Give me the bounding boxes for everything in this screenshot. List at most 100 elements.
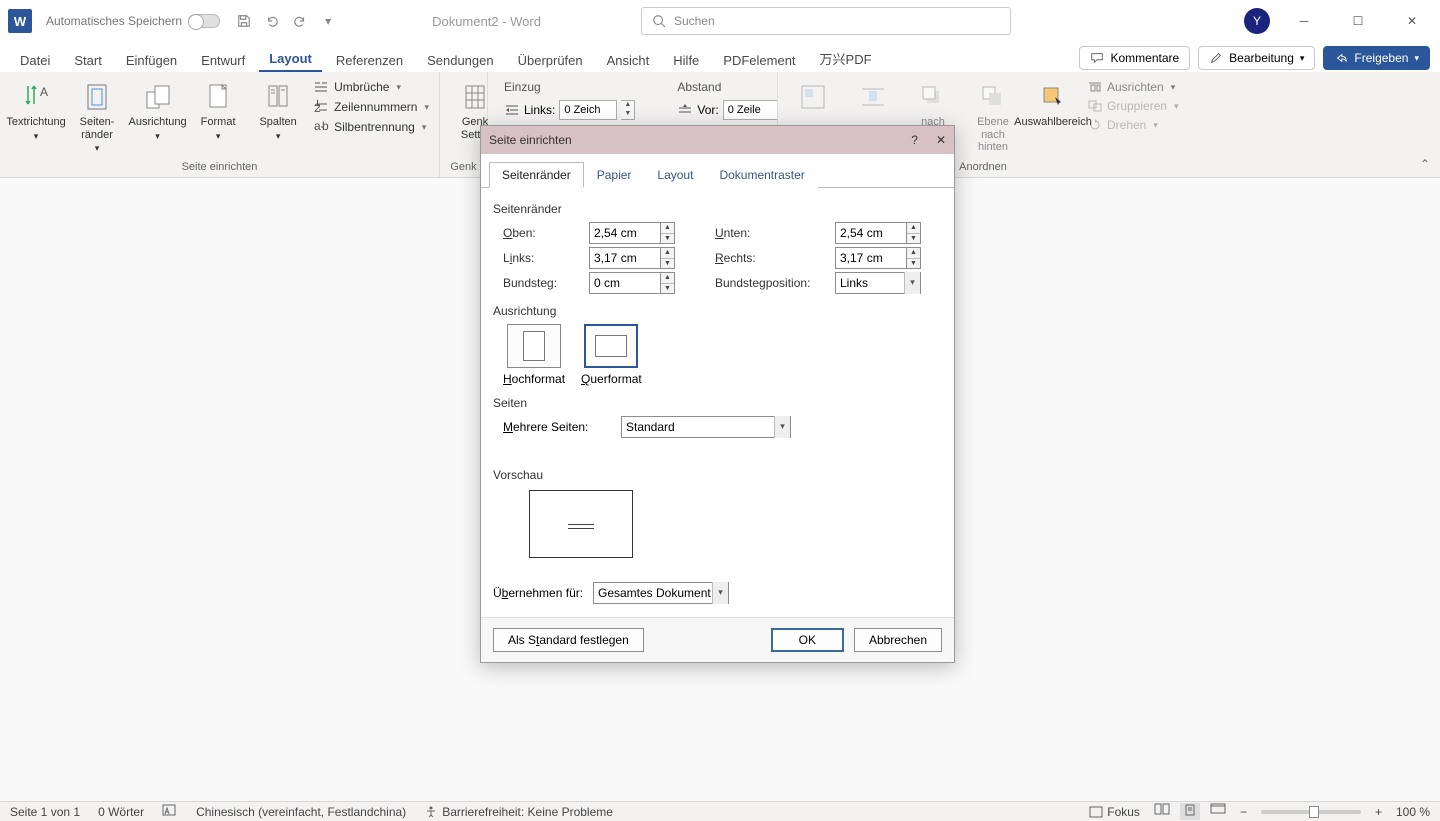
dlg-tab-margins[interactable]: Seitenränder xyxy=(489,162,584,188)
zoom-in-button[interactable]: + xyxy=(1375,805,1382,819)
view-print-icon[interactable] xyxy=(1180,803,1200,820)
selection-pane-button[interactable]: Auswahlbereich xyxy=(1028,78,1078,131)
input-gutter[interactable] xyxy=(589,272,661,294)
orientation-landscape[interactable]: Querformat xyxy=(581,324,642,386)
toggle-switch-icon[interactable] xyxy=(188,14,220,28)
ok-button[interactable]: OK xyxy=(771,628,844,652)
spin-gutter[interactable]: ▲▼ xyxy=(661,272,675,294)
user-avatar[interactable]: Y xyxy=(1244,8,1270,34)
spacing-before-row: Vor: ▲▼ xyxy=(677,100,778,120)
tab-layout[interactable]: Layout xyxy=(259,47,322,72)
chevron-down-icon: ▾ xyxy=(1300,53,1305,64)
hyphenation-button[interactable]: a-bcSilbentrennung▾ xyxy=(313,120,429,134)
margins-button[interactable]: Seiten- ränder▾ xyxy=(72,78,122,156)
input-top[interactable] xyxy=(589,222,661,244)
tab-entwurf[interactable]: Entwurf xyxy=(191,49,255,72)
set-default-button[interactable]: Als Standard festlegen xyxy=(493,628,644,652)
status-words[interactable]: 0 Wörter xyxy=(98,805,144,819)
position-button[interactable] xyxy=(788,78,838,116)
send-backward-button[interactable]: Ebene nach hinten xyxy=(968,78,1018,156)
tab-sendungen[interactable]: Sendungen xyxy=(417,49,504,72)
redo-icon[interactable] xyxy=(290,11,310,31)
tab-ueberpruefen[interactable]: Überprüfen xyxy=(508,49,593,72)
orientation-portrait[interactable]: Hochformat xyxy=(503,324,565,386)
spin-top[interactable]: ▲▼ xyxy=(661,222,675,244)
spin-left[interactable]: ▲▼ xyxy=(661,247,675,269)
word-app-icon: W xyxy=(8,9,32,33)
view-web-icon[interactable] xyxy=(1210,803,1226,820)
tab-hilfe[interactable]: Hilfe xyxy=(663,49,709,72)
svg-text:A: A xyxy=(40,85,48,99)
undo-icon[interactable] xyxy=(262,11,282,31)
tab-einfuegen[interactable]: Einfügen xyxy=(116,49,187,72)
orientation-button[interactable]: Ausrichtung▾ xyxy=(132,78,183,143)
qat-dropdown-icon[interactable]: ▾ xyxy=(318,11,338,31)
close-window-button[interactable]: ✕ xyxy=(1392,7,1432,35)
zoom-level[interactable]: 100 % xyxy=(1396,805,1430,819)
select-gutter-pos[interactable]: Links▾ xyxy=(835,272,921,294)
dlg-tab-layout[interactable]: Layout xyxy=(644,162,706,188)
dlg-tab-grid[interactable]: Dokumentraster xyxy=(706,162,817,188)
text-direction-button[interactable]: ATextrichtung▾ xyxy=(10,78,62,143)
wrap-text-button[interactable] xyxy=(848,78,898,116)
editing-mode-button[interactable]: Bearbeitung▾ xyxy=(1198,46,1315,70)
share-button[interactable]: Freigeben▾ xyxy=(1323,46,1430,70)
status-page[interactable]: Seite 1 von 1 xyxy=(10,805,80,819)
input-bottom[interactable] xyxy=(835,222,907,244)
indent-left-spinner[interactable]: ▲▼ xyxy=(621,100,635,120)
collapse-ribbon-icon[interactable]: ⌃ xyxy=(1420,157,1430,171)
group-label-genko: Genk xyxy=(450,159,477,177)
comments-button[interactable]: Kommentare xyxy=(1079,46,1190,70)
group-button[interactable]: Gruppieren▾ xyxy=(1088,99,1179,113)
select-apply-to[interactable]: Gesamtes Dokument▾ xyxy=(593,582,729,604)
maximize-button[interactable]: ☐ xyxy=(1338,7,1378,35)
chevron-down-icon: ▾ xyxy=(1414,53,1419,64)
dialog-titlebar[interactable]: Seite einrichten ? ✕ xyxy=(481,126,954,154)
columns-button[interactable]: Spalten▾ xyxy=(253,78,303,143)
minimize-button[interactable]: ─ xyxy=(1284,7,1324,35)
zoom-slider[interactable] xyxy=(1261,810,1361,814)
input-right[interactable] xyxy=(835,247,907,269)
align-icon xyxy=(1088,81,1102,93)
rotate-button[interactable]: Drehen▾ xyxy=(1088,118,1179,132)
align-button[interactable]: Ausrichten▾ xyxy=(1088,80,1179,94)
indent-header: Einzug xyxy=(504,80,635,94)
select-multi-pages[interactable]: Standard▾ xyxy=(621,416,791,438)
zoom-out-button[interactable]: − xyxy=(1240,805,1247,819)
input-left[interactable] xyxy=(589,247,661,269)
spin-bottom[interactable]: ▲▼ xyxy=(907,222,921,244)
page-setup-dialog: Seite einrichten ? ✕ Seitenränder Papier… xyxy=(480,125,955,663)
size-button[interactable]: Format▾ xyxy=(193,78,243,143)
dlg-tab-paper[interactable]: Papier xyxy=(584,162,645,188)
focus-mode[interactable]: Fokus xyxy=(1089,805,1140,819)
autosave-toggle[interactable]: Automatisches Speichern xyxy=(46,14,220,28)
tab-pdfelement[interactable]: PDFelement xyxy=(713,49,805,72)
indent-left-icon xyxy=(504,103,520,117)
help-icon[interactable]: ? xyxy=(911,133,918,147)
indent-left-input[interactable] xyxy=(559,100,617,120)
group-label-page-setup: Seite einrichten xyxy=(10,159,429,177)
spacing-before-input[interactable] xyxy=(723,100,778,120)
view-read-icon[interactable] xyxy=(1154,803,1170,820)
close-icon[interactable]: ✕ xyxy=(936,133,946,147)
tab-ansicht[interactable]: Ansicht xyxy=(597,49,660,72)
comment-icon xyxy=(1090,51,1104,65)
save-icon[interactable] xyxy=(234,11,254,31)
pencil-icon xyxy=(1209,51,1223,65)
autosave-label: Automatisches Speichern xyxy=(46,14,182,28)
spacing-header: Abstand xyxy=(677,80,778,94)
tab-wanxing[interactable]: 万兴PDF xyxy=(810,45,882,72)
breaks-button[interactable]: Umbrüche▾ xyxy=(313,80,429,94)
status-accessibility[interactable]: Barrierefreiheit: Keine Probleme xyxy=(424,805,613,819)
tab-referenzen[interactable]: Referenzen xyxy=(326,49,413,72)
status-spellcheck-icon[interactable] xyxy=(162,803,178,820)
line-numbers-button[interactable]: 12Zeilennummern▾ xyxy=(313,100,429,114)
tab-start[interactable]: Start xyxy=(64,49,111,72)
cancel-button[interactable]: Abbrechen xyxy=(854,628,942,652)
bring-forward-button[interactable]: nach xyxy=(908,78,958,131)
spin-right[interactable]: ▲▼ xyxy=(907,247,921,269)
search-input[interactable]: Suchen xyxy=(641,7,1011,35)
status-language[interactable]: Chinesisch (vereinfacht, Festlandchina) xyxy=(196,805,406,819)
tab-datei[interactable]: Datei xyxy=(10,49,60,72)
dialog-tabs: Seitenränder Papier Layout Dokumentraste… xyxy=(481,154,954,188)
